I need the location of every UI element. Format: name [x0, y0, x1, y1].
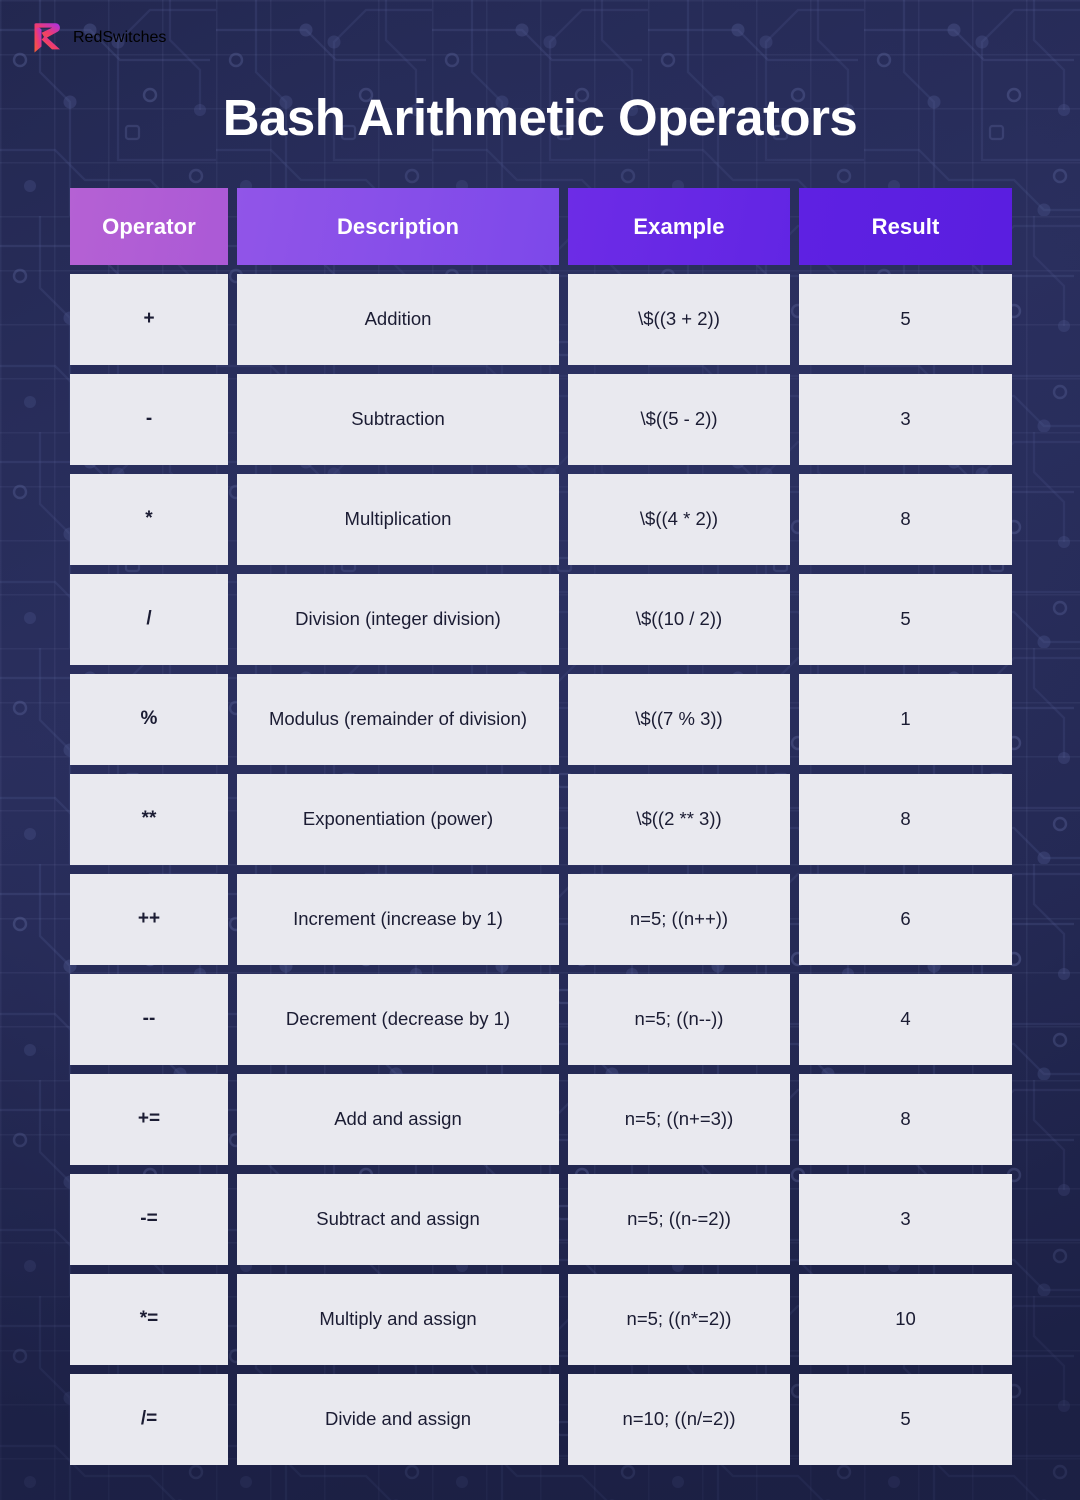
infographic-page: RedSwitches Bash Arithmetic Operators Op…	[0, 0, 1080, 1500]
brand-name: RedSwitches	[73, 29, 167, 46]
cell-result: 5	[799, 574, 1012, 665]
cell-operator: /	[70, 574, 228, 665]
table-row: += Add and assign n=5; ((n+=3)) 8	[70, 1074, 1012, 1165]
cell-operator: **	[70, 774, 228, 865]
cell-operator: *=	[70, 1274, 228, 1365]
page-title: Bash Arithmetic Operators	[222, 89, 858, 146]
cell-result: 6	[799, 874, 1012, 965]
table-row: -- Decrement (decrease by 1) n=5; ((n--)…	[70, 974, 1012, 1065]
cell-result: 8	[799, 774, 1012, 865]
cell-example: \$((7 % 3))	[568, 674, 790, 765]
table-row: *= Multiply and assign n=5; ((n*=2)) 10	[70, 1274, 1012, 1365]
cell-description: Exponentiation (power)	[237, 774, 559, 865]
cell-operator: +	[70, 274, 228, 365]
table-row: / Division (integer division) \$((10 / 2…	[70, 574, 1012, 665]
cell-result: 1	[799, 674, 1012, 765]
table-row: - Subtraction \$((5 - 2)) 3	[70, 374, 1012, 465]
column-header-operator: Operator	[70, 188, 228, 265]
column-header-example: Example	[568, 188, 790, 265]
cell-operator: -=	[70, 1174, 228, 1265]
cell-result: 3	[799, 374, 1012, 465]
cell-result: 3	[799, 1174, 1012, 1265]
cell-operator: ++	[70, 874, 228, 965]
cell-example: \$((5 - 2))	[568, 374, 790, 465]
cell-example: \$((10 / 2))	[568, 574, 790, 665]
table-row: -= Subtract and assign n=5; ((n-=2)) 3	[70, 1174, 1012, 1265]
cell-description: Multiplication	[237, 474, 559, 565]
table-header-row: Operator Description Example Result	[70, 188, 1012, 265]
cell-example: \$((2 ** 3))	[568, 774, 790, 865]
cell-description: Multiply and assign	[237, 1274, 559, 1365]
table-row: /= Divide and assign n=10; ((n/=2)) 5	[70, 1374, 1012, 1465]
cell-operator: /=	[70, 1374, 228, 1465]
table-row: * Multiplication \$((4 * 2)) 8	[70, 474, 1012, 565]
cell-example: n=5; ((n-=2))	[568, 1174, 790, 1265]
cell-example: n=5; ((n+=3))	[568, 1074, 790, 1165]
cell-operator: %	[70, 674, 228, 765]
brand-bar: RedSwitches	[32, 22, 166, 54]
cell-result: 4	[799, 974, 1012, 1065]
cell-description: Subtraction	[237, 374, 559, 465]
cell-result: 5	[799, 1374, 1012, 1465]
redswitches-logo-icon	[34, 23, 60, 53]
cell-description: Decrement (decrease by 1)	[237, 974, 559, 1065]
cell-description: Addition	[237, 274, 559, 365]
cell-result: 8	[799, 474, 1012, 565]
cell-description: Modulus (remainder of division)	[237, 674, 559, 765]
cell-result: 5	[799, 274, 1012, 365]
cell-description: Subtract and assign	[237, 1174, 559, 1265]
cell-example: \$((3 + 2))	[568, 274, 790, 365]
cell-example: n=5; ((n++))	[568, 874, 790, 965]
cell-result: 10	[799, 1274, 1012, 1365]
cell-operator: -	[70, 374, 228, 465]
cell-example: n=10; ((n/=2))	[568, 1374, 790, 1465]
cell-result: 8	[799, 1074, 1012, 1165]
column-header-result: Result	[799, 188, 1012, 265]
cell-example: n=5; ((n*=2))	[568, 1274, 790, 1365]
cell-example: n=5; ((n--))	[568, 974, 790, 1065]
table-row: + Addition \$((3 + 2)) 5	[70, 274, 1012, 365]
table-row: % Modulus (remainder of division) \$((7 …	[70, 674, 1012, 765]
cell-description: Increment (increase by 1)	[237, 874, 559, 965]
cell-operator: +=	[70, 1074, 228, 1165]
cell-example: \$((4 * 2))	[568, 474, 790, 565]
bash-arithmetic-operators-table: Operator Description Example Result + Ad…	[70, 188, 1012, 1465]
cell-description: Add and assign	[237, 1074, 559, 1165]
cell-operator: --	[70, 974, 228, 1065]
cell-operator: *	[70, 474, 228, 565]
cell-description: Division (integer division)	[237, 574, 559, 665]
cell-description: Divide and assign	[237, 1374, 559, 1465]
table-row: ++ Increment (increase by 1) n=5; ((n++)…	[70, 874, 1012, 965]
column-header-description: Description	[237, 188, 559, 265]
table-row: ** Exponentiation (power) \$((2 ** 3)) 8	[70, 774, 1012, 865]
